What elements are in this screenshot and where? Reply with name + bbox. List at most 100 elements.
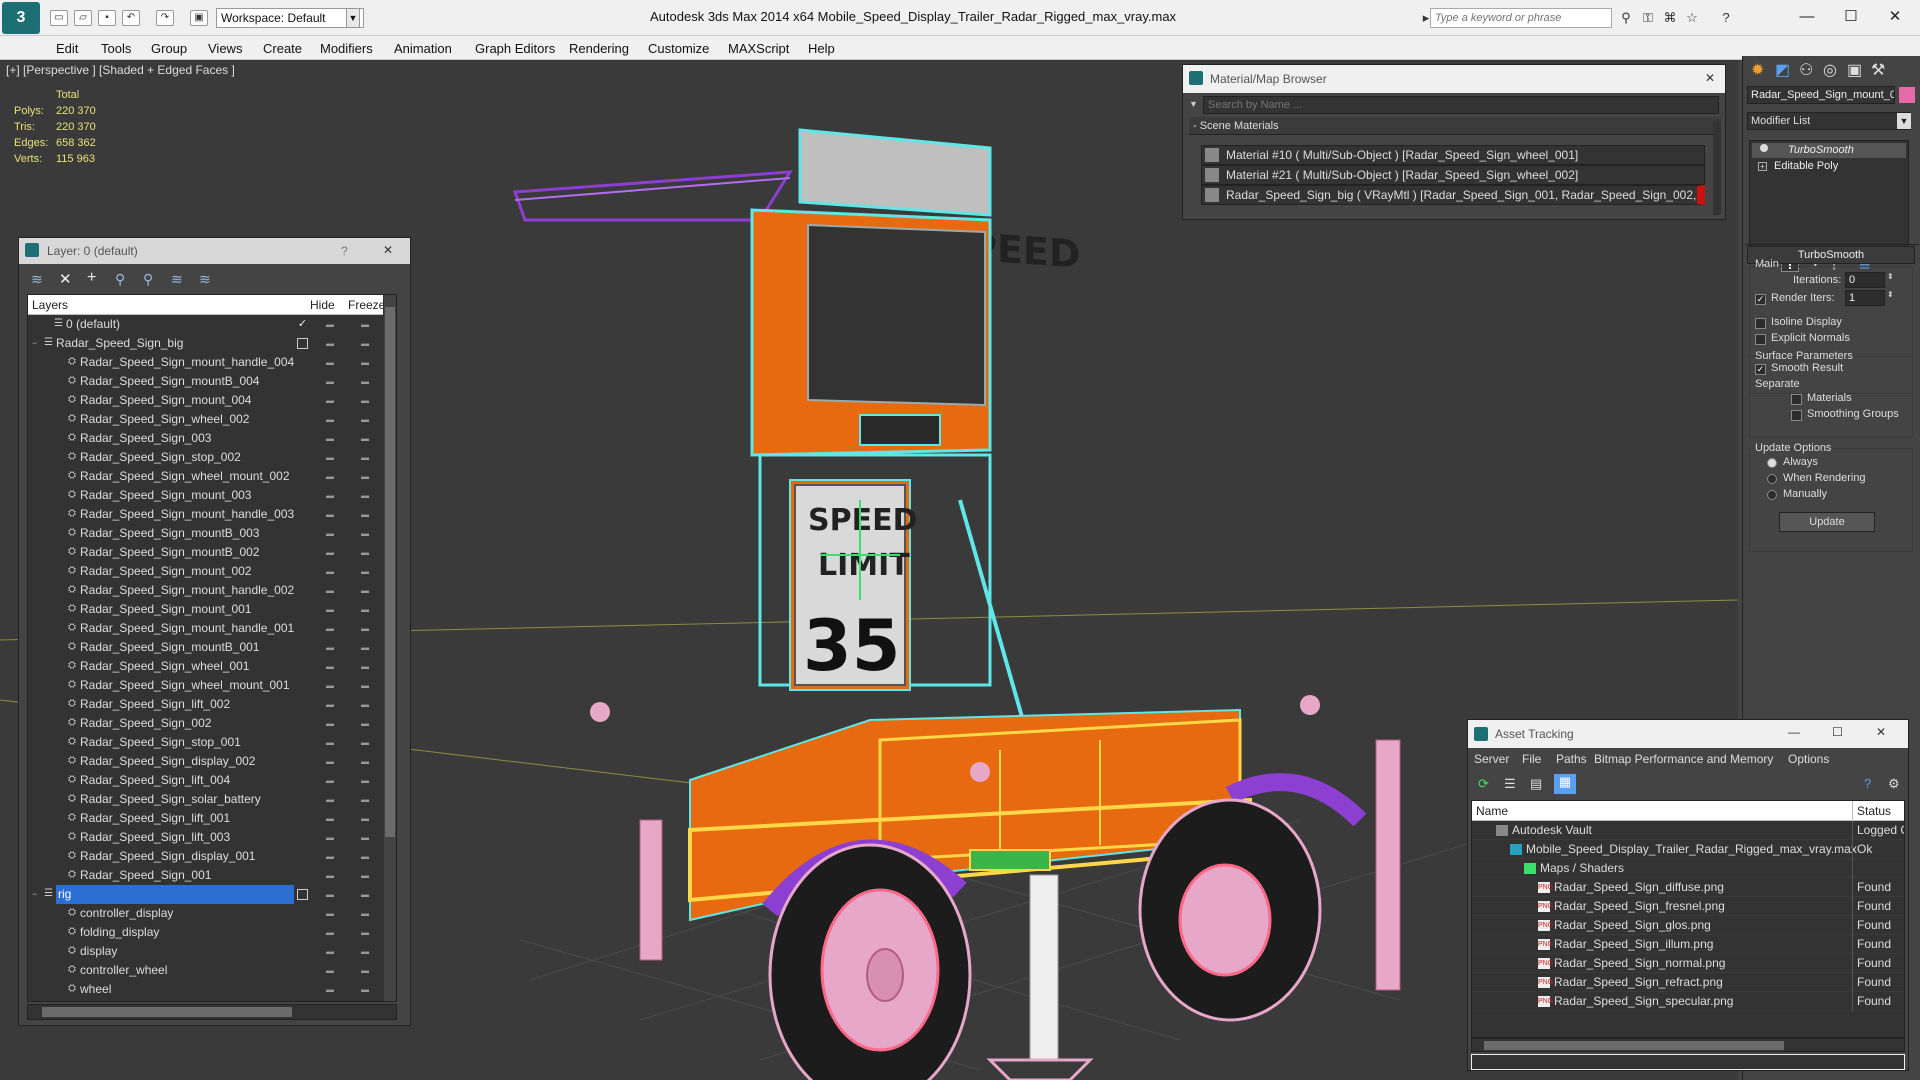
collapse-icon[interactable]: − bbox=[32, 339, 40, 348]
layer-name[interactable]: Radar_Speed_Sign_lift_001 bbox=[80, 809, 230, 828]
asset-name[interactable]: Radar_Speed_Sign_glos.png bbox=[1554, 916, 1711, 934]
layer-name[interactable]: Radar_Speed_Sign_big bbox=[56, 334, 183, 353]
layer-name[interactable]: Radar_Speed_Sign_003 bbox=[80, 429, 211, 448]
layer-name[interactable]: Radar_Speed_Sign_mount_002 bbox=[80, 562, 251, 581]
menu-item-group[interactable]: Group bbox=[151, 41, 187, 56]
layer-name[interactable]: Radar_Speed_Sign_wheel_mount_001 bbox=[80, 676, 290, 695]
layer-panel-titlebar[interactable]: Layer: 0 (default) ? ✕ bbox=[19, 238, 410, 264]
freeze-toggle[interactable]: ▬ bbox=[361, 486, 369, 505]
hide-toggle[interactable]: ▬ bbox=[326, 315, 334, 334]
asset-row[interactable]: PNG Radar_Speed_Sign_refract.png Found bbox=[1472, 973, 1904, 992]
create-tab-icon[interactable]: ✹ bbox=[1751, 60, 1764, 80]
freeze-toggle[interactable]: ▬ bbox=[361, 695, 369, 714]
help-icon[interactable]: ? bbox=[1864, 776, 1871, 791]
menu-item-maxscript[interactable]: MAXScript bbox=[728, 41, 789, 56]
menu-item-rendering[interactable]: Rendering bbox=[569, 41, 629, 56]
spinner-arrows-icon[interactable]: ⬍ bbox=[1887, 290, 1894, 299]
freeze-toggle[interactable]: ▬ bbox=[361, 809, 369, 828]
front-jack-stand[interactable] bbox=[1029, 874, 1059, 1061]
hide-toggle[interactable]: ▬ bbox=[326, 448, 334, 467]
hide-toggle[interactable]: ▬ bbox=[326, 467, 334, 486]
freeze-toggle[interactable]: ▬ bbox=[361, 391, 369, 410]
hide-toggle[interactable]: ▬ bbox=[326, 334, 334, 353]
layer-row[interactable]: ⛭ Radar_Speed_Sign_stop_002 ▬ ▬ bbox=[28, 448, 383, 467]
layer-name[interactable]: Radar_Speed_Sign_mountB_002 bbox=[80, 543, 259, 562]
freeze-toggle[interactable]: ▬ bbox=[361, 980, 369, 999]
hide-toggle[interactable]: ▬ bbox=[326, 619, 334, 638]
hierarchy-tab-icon[interactable]: ⚇ bbox=[1799, 60, 1813, 80]
modifier-list-dropdown[interactable]: Modifier List bbox=[1747, 112, 1911, 130]
freeze-toggle[interactable]: ▬ bbox=[361, 448, 369, 467]
layer-name[interactable]: Radar_Speed_Sign_mountB_003 bbox=[80, 524, 259, 543]
hide-toggle[interactable]: ▬ bbox=[326, 885, 334, 904]
right-jack-stand[interactable] bbox=[1375, 739, 1401, 991]
asset-name[interactable]: Radar_Speed_Sign_illum.png bbox=[1554, 935, 1713, 953]
layer-row[interactable]: ⛭ Radar_Speed_Sign_mount_handle_003 ▬ ▬ bbox=[28, 505, 383, 524]
asset-menu-bitmap-performance[interactable]: Bitmap Performance and Memory bbox=[1594, 752, 1773, 766]
hide-toggle[interactable]: ▬ bbox=[326, 410, 334, 429]
material-row[interactable]: Material #10 ( Multi/Sub-Object ) [Radar… bbox=[1201, 145, 1705, 165]
asset-row[interactable]: PNG Radar_Speed_Sign_fresnel.png Found bbox=[1472, 897, 1904, 916]
motion-tab-icon[interactable]: ◎ bbox=[1823, 60, 1837, 80]
freeze-toggle[interactable]: ▬ bbox=[361, 467, 369, 486]
column-header-status[interactable]: Status bbox=[1857, 804, 1891, 818]
freeze-toggle[interactable]: ▬ bbox=[361, 410, 369, 429]
layer-name[interactable]: Radar_Speed_Sign_002 bbox=[80, 714, 211, 733]
asset-row[interactable]: Mobile_Speed_Display_Trailer_Radar_Rigge… bbox=[1472, 840, 1904, 859]
hide-toggle[interactable]: ▬ bbox=[326, 961, 334, 980]
layer-active-checkbox[interactable] bbox=[297, 889, 308, 900]
layer-row[interactable]: ⛭ Radar_Speed_Sign_mount_002 ▬ ▬ bbox=[28, 562, 383, 581]
layer-name[interactable]: Radar_Speed_Sign_mount_handle_004 bbox=[80, 353, 294, 372]
layer-row[interactable]: ⛭ Radar_Speed_Sign_mount_handle_004 ▬ ▬ bbox=[28, 353, 383, 372]
freeze-toggle[interactable]: ▬ bbox=[361, 771, 369, 790]
layer-row[interactable]: ⛭ Radar_Speed_Sign_mountB_004 ▬ ▬ bbox=[28, 372, 383, 391]
freeze-toggle[interactable]: ▬ bbox=[361, 562, 369, 581]
layer-name[interactable]: Radar_Speed_Sign_solar_battery bbox=[80, 790, 261, 809]
layer-name[interactable]: display bbox=[80, 942, 117, 961]
chevron-down-icon[interactable]: ▼ bbox=[1897, 113, 1911, 129]
close-icon[interactable]: ✕ bbox=[383, 243, 393, 257]
layer-name[interactable]: wheel bbox=[80, 980, 111, 999]
redo-icon[interactable]: ↷ bbox=[156, 10, 174, 26]
settings-icon[interactable]: ⚙ bbox=[1888, 776, 1900, 792]
layer-row[interactable]: ⛭ Radar_Speed_Sign_lift_004 ▬ ▬ bbox=[28, 771, 383, 790]
hide-toggle[interactable]: ▬ bbox=[326, 638, 334, 657]
hide-toggle[interactable]: ▬ bbox=[326, 847, 334, 866]
object-color-swatch[interactable] bbox=[1899, 87, 1915, 103]
iterations-spinner[interactable] bbox=[1845, 272, 1885, 288]
layer-row[interactable]: ⛭ Radar_Speed_Sign_mount_004 ▬ ▬ bbox=[28, 391, 383, 410]
hide-toggle[interactable]: ▬ bbox=[326, 562, 334, 581]
layer-active-checkbox[interactable] bbox=[297, 338, 308, 349]
freeze-toggle[interactable]: ▬ bbox=[361, 429, 369, 448]
layer-name[interactable]: Radar_Speed_Sign_mount_handle_001 bbox=[80, 619, 294, 638]
modifier-stack-item[interactable]: Editable Poly bbox=[1752, 159, 1906, 174]
isoline-display-checkbox[interactable] bbox=[1755, 318, 1766, 329]
menu-item-graph-editors[interactable]: Graph Editors bbox=[475, 41, 555, 56]
layer-row[interactable]: ⛭ Radar_Speed_Sign_mountB_003 ▬ ▬ bbox=[28, 524, 383, 543]
menu-item-views[interactable]: Views bbox=[208, 41, 242, 56]
new-file-icon[interactable]: ▭ bbox=[50, 10, 68, 26]
new-layer-icon[interactable]: ≋ bbox=[31, 271, 43, 288]
hide-toggle[interactable]: ▬ bbox=[326, 505, 334, 524]
scene-materials-header[interactable]: - Scene Materials bbox=[1189, 117, 1721, 135]
material-row[interactable]: Material #21 ( Multi/Sub-Object ) [Radar… bbox=[1201, 165, 1705, 185]
layer-name[interactable]: Radar_Speed_Sign_lift_002 bbox=[80, 695, 230, 714]
column-header-hide[interactable]: Hide bbox=[310, 298, 335, 312]
menu-item-customize[interactable]: Customize bbox=[648, 41, 709, 56]
layer-name[interactable]: Radar_Speed_Sign_mountB_004 bbox=[80, 372, 259, 391]
hide-toggle[interactable]: ▬ bbox=[326, 372, 334, 391]
update-button[interactable]: Update bbox=[1779, 512, 1875, 532]
close-icon[interactable]: ✕ bbox=[1876, 725, 1886, 739]
freeze-toggle[interactable]: ▬ bbox=[361, 904, 369, 923]
hide-toggle[interactable]: ▬ bbox=[326, 657, 334, 676]
layer-row[interactable]: ⛭ Radar_Speed_Sign_wheel_002 ▬ ▬ bbox=[28, 410, 383, 429]
hide-all-icon[interactable]: ≋ bbox=[171, 271, 183, 288]
freeze-toggle[interactable]: ▬ bbox=[361, 543, 369, 562]
menu-item-tools[interactable]: Tools bbox=[101, 41, 131, 56]
menu-item-edit[interactable]: Edit bbox=[56, 41, 78, 56]
hide-toggle[interactable]: ▬ bbox=[326, 790, 334, 809]
asset-name[interactable]: Radar_Speed_Sign_specular.png bbox=[1554, 992, 1733, 1010]
always-radio[interactable] bbox=[1767, 458, 1777, 468]
layer-row[interactable]: ⛭ Radar_Speed_Sign_display_001 ▬ ▬ bbox=[28, 847, 383, 866]
layer-name[interactable]: 0 (default) bbox=[66, 315, 120, 334]
